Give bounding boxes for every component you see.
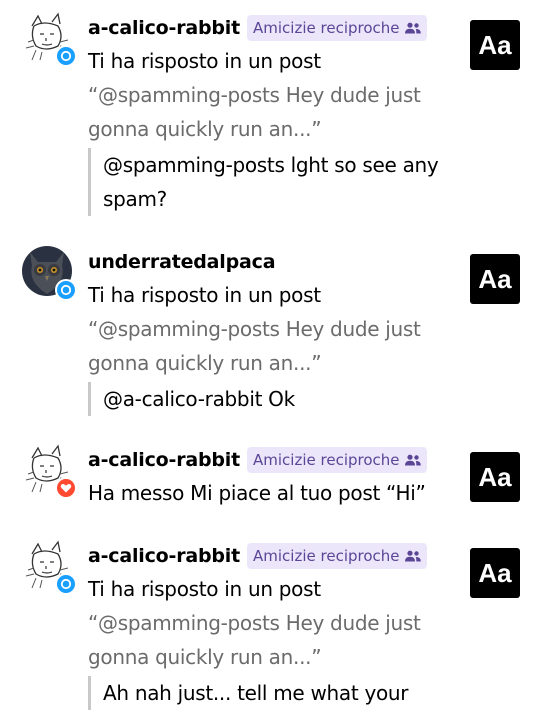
notification-content: a-calico-rabbit Amicizie reciproche Ti h… <box>88 540 450 710</box>
people-icon <box>404 22 421 34</box>
people-icon <box>404 550 421 562</box>
avatar[interactable] <box>22 246 77 301</box>
notification-content: a-calico-rabbit Amicizie reciproche Ha m… <box>88 444 450 510</box>
mutual-label: Amicizie reciproche <box>253 451 400 469</box>
reply-text: Ah nah just... tell me what your <box>88 676 450 710</box>
people-icon <box>404 454 421 466</box>
post-thumbnail[interactable]: Aa <box>470 20 520 70</box>
mutual-badge: Amicizie reciproche <box>247 447 427 473</box>
username[interactable]: a-calico-rabbit <box>88 545 240 567</box>
mutual-label: Amicizie reciproche <box>253 547 400 565</box>
heart-icon <box>60 483 72 493</box>
reply-badge <box>55 279 77 301</box>
post-excerpt[interactable]: “@spamming-posts Hey dude just gonna qui… <box>88 606 450 674</box>
mutual-label: Amicizie reciproche <box>253 19 400 37</box>
username[interactable]: underratedalpaca <box>88 251 276 273</box>
notification-action: Ha messo Mi piace al tuo post “Hi” <box>88 481 426 505</box>
reply-text: @spamming-posts lght so see any spam? <box>88 148 450 216</box>
username[interactable]: a-calico-rabbit <box>88 17 240 39</box>
reply-badge <box>55 45 77 67</box>
like-badge <box>55 477 77 499</box>
notification-action: Ti ha risposto in un post <box>88 283 321 307</box>
username[interactable]: a-calico-rabbit <box>88 449 240 471</box>
reply-bubble-icon <box>60 284 72 296</box>
post-excerpt[interactable]: “@spamming-posts Hey dude just gonna qui… <box>88 78 450 146</box>
post-thumbnail[interactable]: Aa <box>470 254 520 304</box>
post-thumbnail[interactable]: Aa <box>470 452 520 502</box>
notification-action: Ti ha risposto in un post <box>88 49 321 73</box>
notification-action: Ti ha risposto in un post <box>88 577 321 601</box>
notification-header: a-calico-rabbit Amicizie reciproche <box>88 444 450 476</box>
reply-badge <box>55 573 77 595</box>
mutual-badge: Amicizie reciproche <box>247 15 427 41</box>
notification-content: underratedalpaca Ti ha risposto in un po… <box>88 246 450 416</box>
avatar[interactable] <box>22 540 77 595</box>
post-thumbnail[interactable]: Aa <box>470 548 520 598</box>
notification-content: a-calico-rabbit Amicizie reciproche Ti h… <box>88 12 450 216</box>
mutual-badge: Amicizie reciproche <box>247 543 427 569</box>
post-excerpt[interactable]: “@spamming-posts Hey dude just gonna qui… <box>88 312 450 380</box>
avatar[interactable] <box>22 12 77 67</box>
reply-bubble-icon <box>60 578 72 590</box>
notification-header: underratedalpaca <box>88 246 450 278</box>
reply-bubble-icon <box>60 50 72 62</box>
notification-header: a-calico-rabbit Amicizie reciproche <box>88 540 450 572</box>
reply-text: @a-calico-rabbit Ok <box>88 382 450 416</box>
notification-header: a-calico-rabbit Amicizie reciproche <box>88 12 450 44</box>
avatar[interactable] <box>22 444 77 499</box>
